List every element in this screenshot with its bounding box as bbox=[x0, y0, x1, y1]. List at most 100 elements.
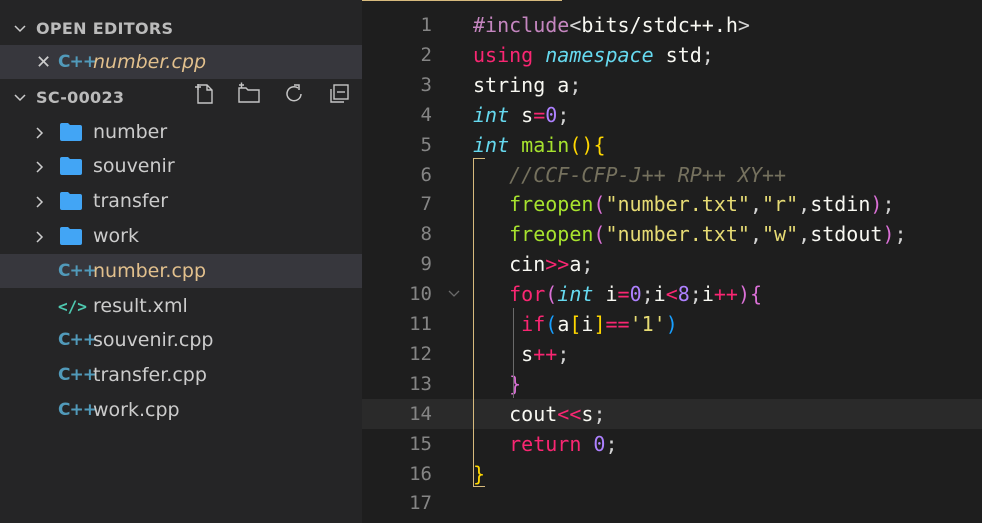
code-token: } bbox=[509, 371, 522, 396]
code-line[interactable]: 14 cout<<s; bbox=[362, 398, 982, 429]
file-item-transfer-cpp[interactable]: C++ transfer.cpp bbox=[0, 358, 362, 392]
code-token: ) bbox=[870, 192, 883, 217]
chevron-right-icon bbox=[32, 228, 48, 244]
code-token: stdin bbox=[810, 192, 871, 217]
code-token: ( bbox=[545, 282, 558, 307]
cpp-file-icon: C++ bbox=[58, 261, 97, 281]
folder-item-souvenir[interactable]: souvenir bbox=[0, 149, 362, 183]
code-token: < bbox=[569, 13, 582, 37]
close-icon[interactable]: ✕ bbox=[36, 52, 51, 73]
code-token: ) bbox=[737, 282, 751, 307]
code-line[interactable]: 15 return 0; bbox=[362, 429, 982, 459]
new-folder-icon[interactable] bbox=[237, 82, 261, 106]
code-token: int bbox=[473, 102, 510, 127]
code-token: 0 bbox=[545, 102, 558, 127]
folder-label: work bbox=[93, 225, 139, 247]
code-token: ( bbox=[545, 312, 558, 336]
code-token: ++ bbox=[713, 282, 738, 307]
file-item-number-cpp[interactable]: C++ number.cpp bbox=[0, 254, 362, 288]
refresh-icon[interactable] bbox=[282, 82, 306, 106]
code-token: s bbox=[581, 401, 594, 426]
bracket-scope-guide bbox=[473, 158, 485, 487]
code-line[interactable]: 9 cin>>a; bbox=[362, 249, 982, 279]
folder-label: souvenir bbox=[93, 155, 175, 177]
code-editor[interactable]: 1 #include<bits/stdc++.h> 2 using namespace… bbox=[362, 0, 982, 523]
folder-item-work[interactable]: work bbox=[0, 219, 362, 253]
code-token: "w" bbox=[762, 222, 799, 247]
code-line[interactable]: 13 } bbox=[362, 369, 982, 399]
code-line[interactable]: 5 int main(){ bbox=[362, 130, 982, 160]
project-title: SC-00023 bbox=[36, 87, 125, 107]
code-token: string a bbox=[473, 72, 570, 97]
file-item-work-cpp[interactable]: C++ work.cpp bbox=[0, 393, 362, 427]
code-line[interactable]: 6 //CCF-CFP-J++ RP++ XY++ bbox=[362, 160, 982, 190]
active-tab-indicator bbox=[362, 0, 562, 1]
folder-icon bbox=[60, 123, 82, 141]
collapse-all-icon[interactable] bbox=[327, 82, 351, 106]
code-token: namespace bbox=[545, 42, 654, 67]
code-token: freopen bbox=[509, 222, 594, 247]
line-number: 1 bbox=[420, 14, 432, 36]
code-token: 8 bbox=[677, 282, 690, 307]
code-token: ) bbox=[882, 222, 895, 247]
code-token: ; bbox=[882, 192, 895, 217]
code-line[interactable]: 4 int s=0; bbox=[362, 100, 982, 130]
code-line[interactable]: 1 #include<bits/stdc++.h> bbox=[362, 10, 982, 40]
code-text: freopen("number.txt","w",stdout); bbox=[473, 219, 906, 249]
fold-chevron-icon[interactable] bbox=[446, 279, 462, 309]
open-editor-item-number-cpp[interactable]: ✕ C++ number.cpp bbox=[0, 45, 362, 79]
code-token: a bbox=[569, 252, 582, 277]
cpp-file-icon: C++ bbox=[58, 400, 97, 420]
code-text: if(a[i]=='1') bbox=[473, 309, 678, 339]
open-editor-label: number.cpp bbox=[93, 51, 207, 73]
line-number: 7 bbox=[420, 193, 432, 216]
new-file-icon[interactable] bbox=[193, 82, 217, 106]
explorer-sidebar: OPEN EDITORS ✕ C++ number.cpp SC-00023 n… bbox=[0, 0, 362, 523]
code-token: cout bbox=[473, 401, 558, 426]
code-token: ; bbox=[641, 282, 654, 307]
code-token: { bbox=[750, 282, 763, 307]
code-token: i bbox=[653, 282, 666, 307]
code-token: for bbox=[509, 282, 546, 307]
indent-guide bbox=[513, 308, 514, 398]
code-token: , bbox=[798, 222, 811, 247]
code-token: = bbox=[533, 102, 546, 127]
open-editors-header[interactable]: OPEN EDITORS bbox=[0, 11, 362, 45]
code-token: == bbox=[605, 312, 630, 336]
folder-icon bbox=[60, 227, 82, 245]
file-label: transfer.cpp bbox=[93, 364, 207, 386]
code-line[interactable]: 16} bbox=[362, 459, 982, 489]
code-line[interactable]: 11 if(a[i]=='1') bbox=[362, 309, 982, 339]
code-line[interactable]: 10 for(int i=0;i<8;i++){ bbox=[362, 279, 982, 309]
code-line[interactable]: 12 s++; bbox=[362, 339, 982, 369]
folder-icon bbox=[60, 157, 82, 175]
folder-item-number[interactable]: number bbox=[0, 115, 362, 149]
code-line[interactable]: 7 freopen("number.txt","r",stdin); bbox=[362, 189, 982, 219]
code-text: for(int i=0;i<8;i++){ bbox=[473, 279, 762, 309]
file-item-souvenir-cpp[interactable]: C++ souvenir.cpp bbox=[0, 323, 362, 357]
chevron-right-icon bbox=[32, 158, 48, 174]
folder-item-transfer[interactable]: transfer bbox=[0, 184, 362, 218]
code-line[interactable]: 17 bbox=[362, 488, 982, 518]
project-folder-header[interactable]: SC-00023 bbox=[0, 80, 362, 114]
code-line[interactable]: 8 freopen("number.txt","w",stdout); bbox=[362, 219, 982, 249]
file-label: souvenir.cpp bbox=[93, 329, 214, 351]
line-number: 6 bbox=[420, 163, 432, 186]
code-text: string a; bbox=[473, 70, 581, 100]
line-number: 3 bbox=[420, 73, 432, 96]
code-token: , bbox=[749, 222, 763, 247]
code-token: bits/stdc++.h bbox=[581, 13, 738, 37]
code-line[interactable]: 2 using namespace std; bbox=[362, 40, 982, 70]
code-token: > bbox=[737, 13, 750, 37]
code-token: ; bbox=[557, 102, 570, 127]
code-token: "r" bbox=[762, 192, 799, 217]
code-token: ; bbox=[557, 341, 570, 366]
xml-file-icon: </> bbox=[58, 296, 87, 316]
code-text: #include<bits/stdc++.h> bbox=[473, 10, 750, 40]
file-item-result-xml[interactable]: </> result.xml bbox=[0, 289, 362, 323]
code-token: = bbox=[617, 282, 630, 307]
code-token: //CCF-CFP-J++ RP++ XY++ bbox=[509, 162, 787, 187]
folder-label: transfer bbox=[93, 190, 169, 212]
code-line[interactable]: 3 string a; bbox=[362, 70, 982, 100]
